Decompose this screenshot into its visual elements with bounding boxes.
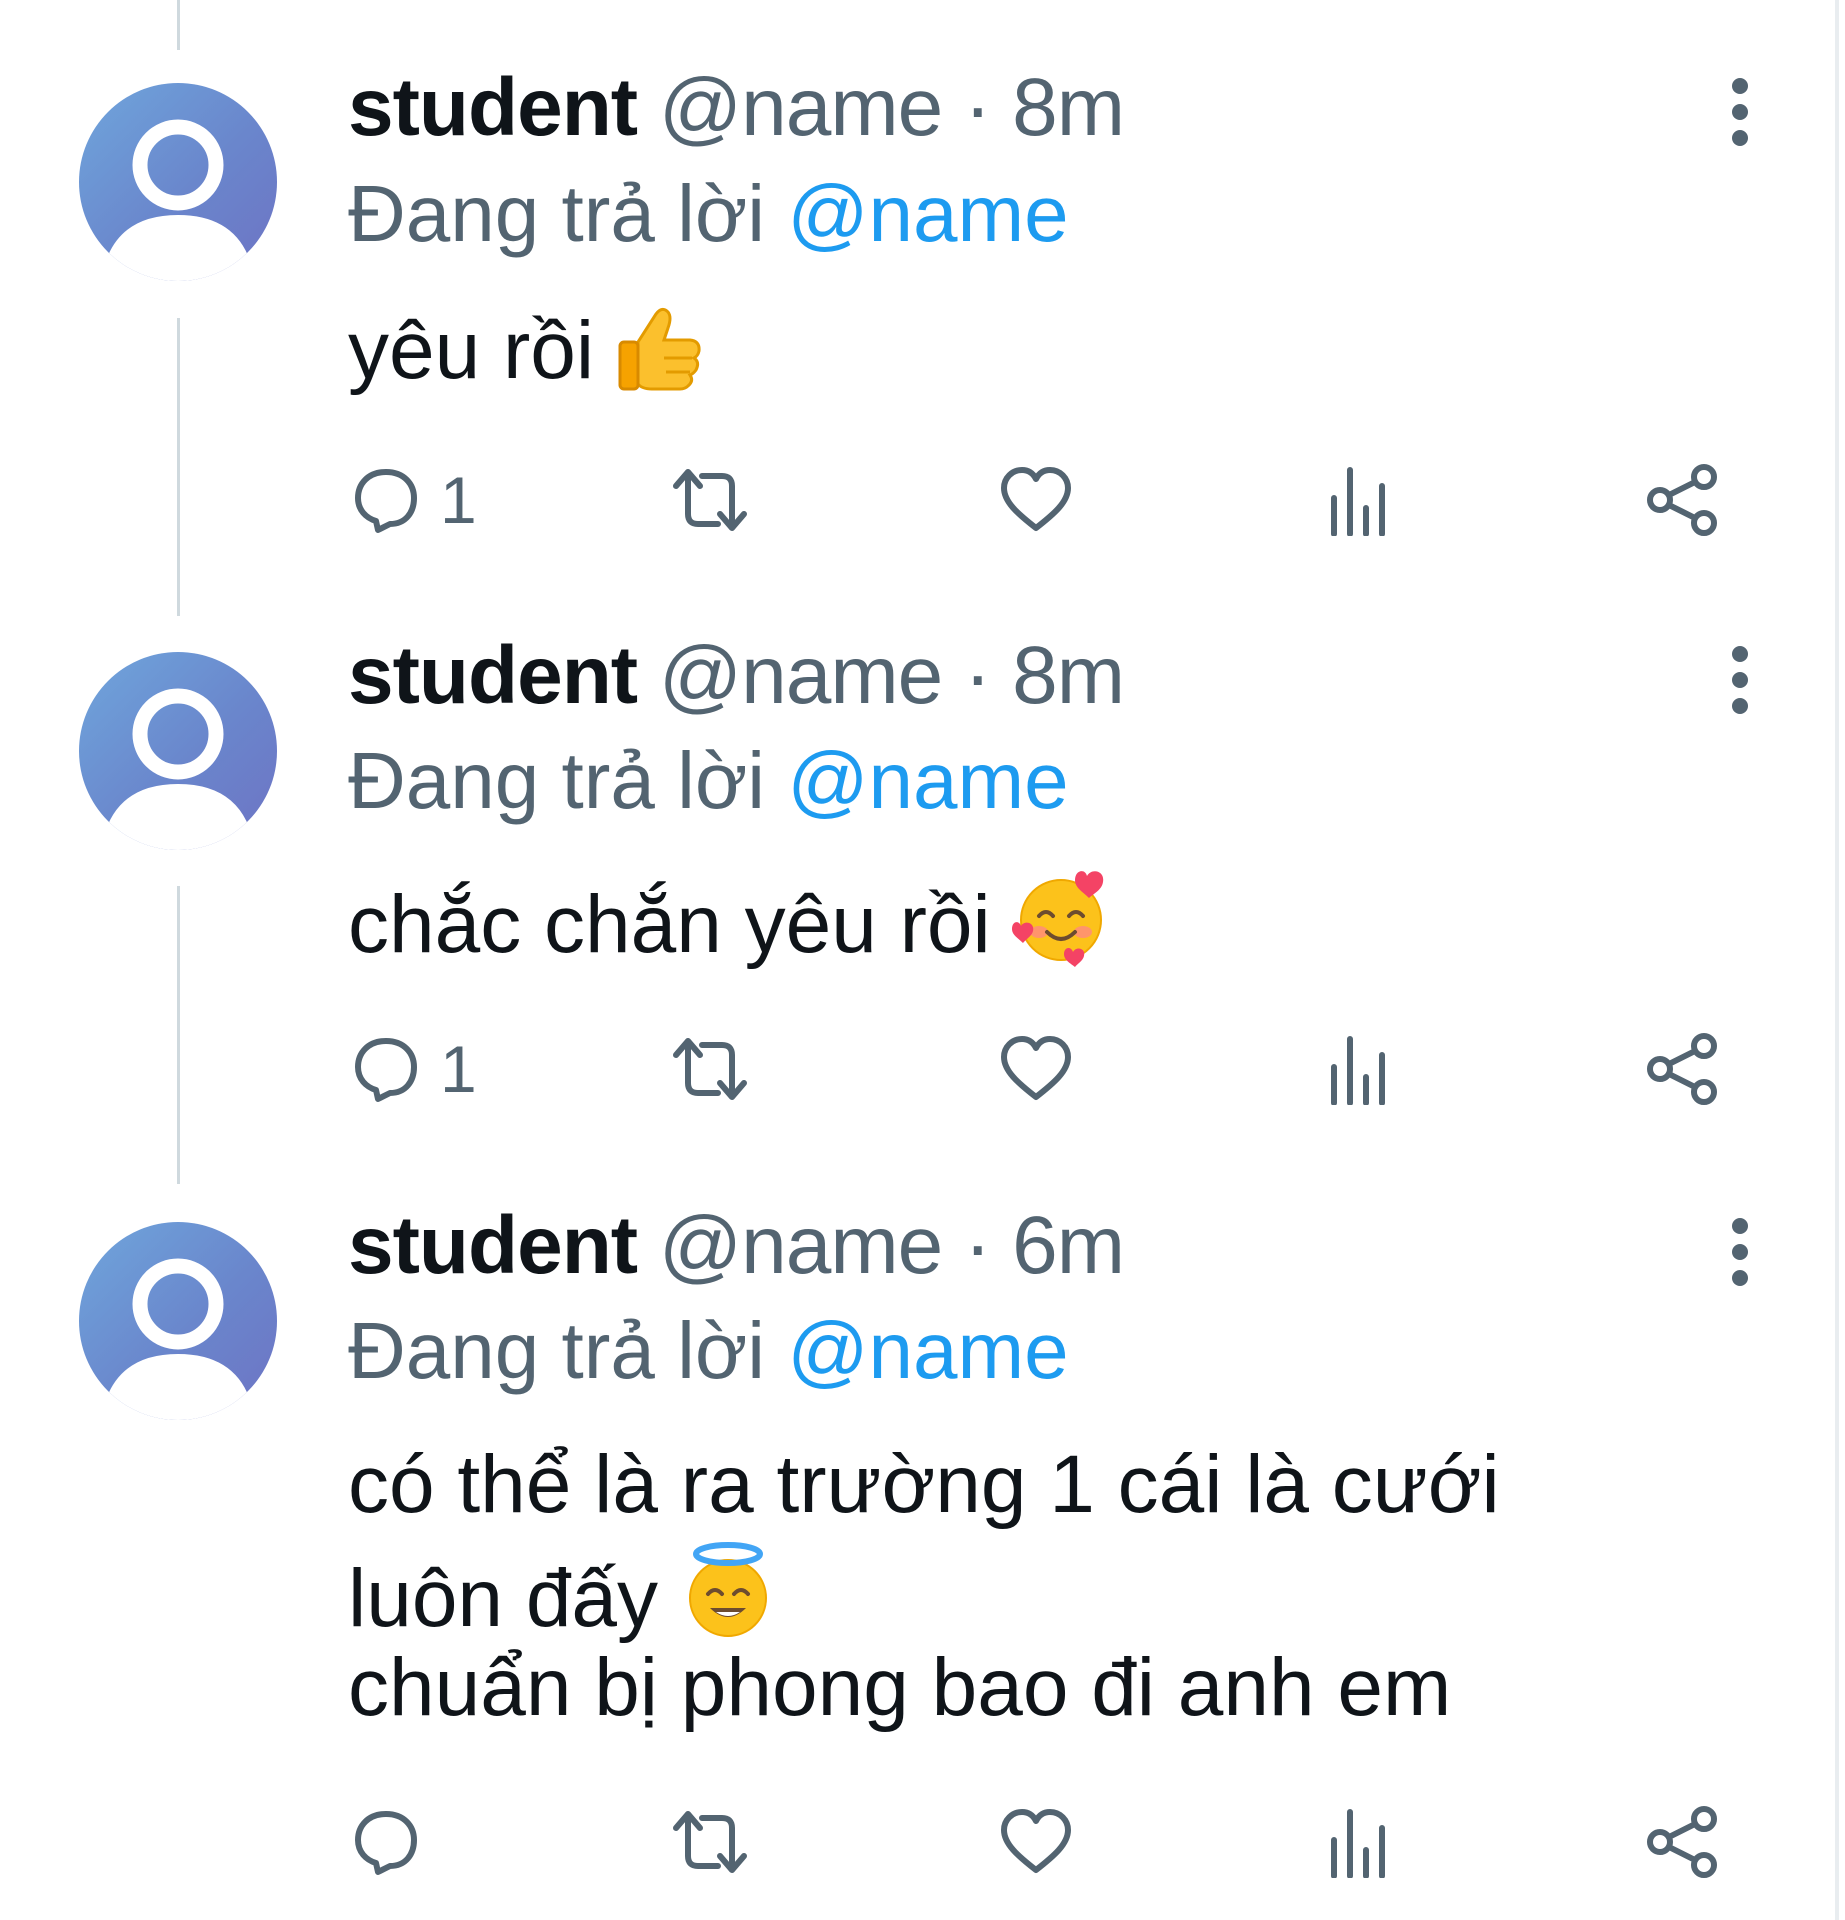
bar-chart-icon — [1331, 1809, 1385, 1878]
like-button[interactable] — [998, 455, 1074, 545]
separator-dot: · — [964, 630, 991, 721]
separator-dot: · — [964, 1200, 991, 1291]
more-vertical-icon — [1732, 78, 1748, 146]
default-avatar-icon — [101, 688, 255, 850]
timestamp[interactable]: 6m — [1012, 1200, 1125, 1291]
tweet-text: chuẩn bị phong bao đi anh em — [348, 1640, 1451, 1736]
views-button[interactable] — [1326, 1797, 1390, 1887]
share-icon — [1647, 1033, 1717, 1105]
heart-icon — [1001, 467, 1071, 531]
share-button[interactable] — [1646, 1797, 1720, 1887]
default-avatar-icon — [101, 1258, 255, 1420]
replying-to: Đang trả lời @name — [348, 1305, 1069, 1397]
like-button[interactable] — [998, 1797, 1074, 1887]
display-name[interactable]: student — [348, 630, 638, 721]
views-button[interactable] — [1326, 1024, 1390, 1114]
reply-count: 1 — [440, 1032, 477, 1106]
display-name[interactable]: student — [348, 62, 638, 153]
user-handle[interactable]: @name — [659, 1200, 943, 1291]
more-vertical-icon — [1732, 1218, 1748, 1286]
retweet-button[interactable] — [668, 1797, 752, 1887]
mention-link[interactable]: @name — [787, 1306, 1068, 1395]
user-handle[interactable]: @name — [659, 62, 943, 153]
tweet-text: chắc chắn yêu rồi — [348, 866, 1113, 991]
avatar[interactable] — [79, 83, 277, 281]
share-icon — [1647, 1806, 1717, 1878]
tweet-text: yêu rồi — [348, 300, 708, 417]
speech-bubble-icon — [355, 469, 417, 533]
bar-chart-icon — [1331, 1036, 1385, 1105]
display-name[interactable]: student — [348, 1200, 638, 1291]
retweet-icon — [673, 1811, 747, 1873]
smiling-face-with-hearts-icon — [1009, 866, 1113, 991]
tweet-text-line: chuẩn bị phong bao đi anh em — [348, 1642, 1452, 1733]
speech-bubble-icon — [355, 1038, 417, 1102]
tweet-text-line: luôn đấy — [348, 1553, 659, 1644]
tweet-header: student @name · 8m — [348, 630, 1125, 722]
more-options-button[interactable] — [1710, 70, 1770, 170]
share-icon — [1647, 464, 1717, 536]
replying-to-label: Đang trả lời — [348, 169, 766, 258]
default-avatar-icon — [101, 119, 255, 281]
replying-to-label: Đang trả lời — [348, 736, 766, 825]
reply-button[interactable]: 1 — [350, 1024, 477, 1114]
timestamp[interactable]: 8m — [1012, 62, 1125, 153]
share-button[interactable] — [1646, 1024, 1720, 1114]
heart-icon — [1001, 1809, 1071, 1873]
more-options-button[interactable] — [1710, 1210, 1770, 1310]
reply-count: 1 — [440, 463, 477, 537]
user-handle[interactable]: @name — [659, 630, 943, 721]
like-button[interactable] — [998, 1024, 1074, 1114]
thumbs-up-icon — [612, 300, 708, 417]
tweet-header: student @name · 8m — [348, 62, 1125, 154]
tweet-text-line: có thể là ra trường 1 cái là cưới — [348, 1439, 1500, 1530]
share-button[interactable] — [1646, 455, 1720, 545]
screen-edge — [1835, 0, 1839, 1920]
more-options-button[interactable] — [1710, 638, 1770, 738]
bar-chart-icon — [1331, 467, 1385, 536]
reply-button[interactable]: 1 — [350, 455, 477, 545]
speech-bubble-icon — [355, 1811, 417, 1875]
retweet-icon — [673, 1038, 747, 1100]
tweet-text-line: yêu rồi — [348, 305, 595, 396]
retweet-icon — [673, 469, 747, 531]
avatar[interactable] — [79, 1222, 277, 1420]
more-vertical-icon — [1732, 646, 1748, 714]
tweet-text: có thể là ra trường 1 cái là cưới — [348, 1437, 1500, 1533]
thread-line-top — [177, 0, 180, 50]
separator-dot: · — [964, 62, 991, 153]
tweet-actions: 1 — [0, 1024, 1845, 1114]
tweet-text-line: chắc chắn yêu rồi — [348, 879, 991, 970]
replying-to-label: Đang trả lời — [348, 1306, 766, 1395]
heart-icon — [1001, 1036, 1071, 1100]
tweet-actions: 1 — [0, 455, 1845, 545]
timestamp[interactable]: 8m — [1012, 630, 1125, 721]
tweet-header: student @name · 6m — [348, 1200, 1125, 1292]
tweet-actions — [0, 1797, 1845, 1887]
avatar[interactable] — [79, 652, 277, 850]
views-button[interactable] — [1326, 455, 1390, 545]
mention-link[interactable]: @name — [787, 736, 1068, 825]
retweet-button[interactable] — [668, 455, 752, 545]
retweet-button[interactable] — [668, 1024, 752, 1114]
replying-to: Đang trả lời @name — [348, 168, 1069, 260]
reply-button[interactable] — [350, 1797, 440, 1887]
mention-link[interactable]: @name — [787, 169, 1068, 258]
replying-to: Đang trả lời @name — [348, 735, 1069, 827]
